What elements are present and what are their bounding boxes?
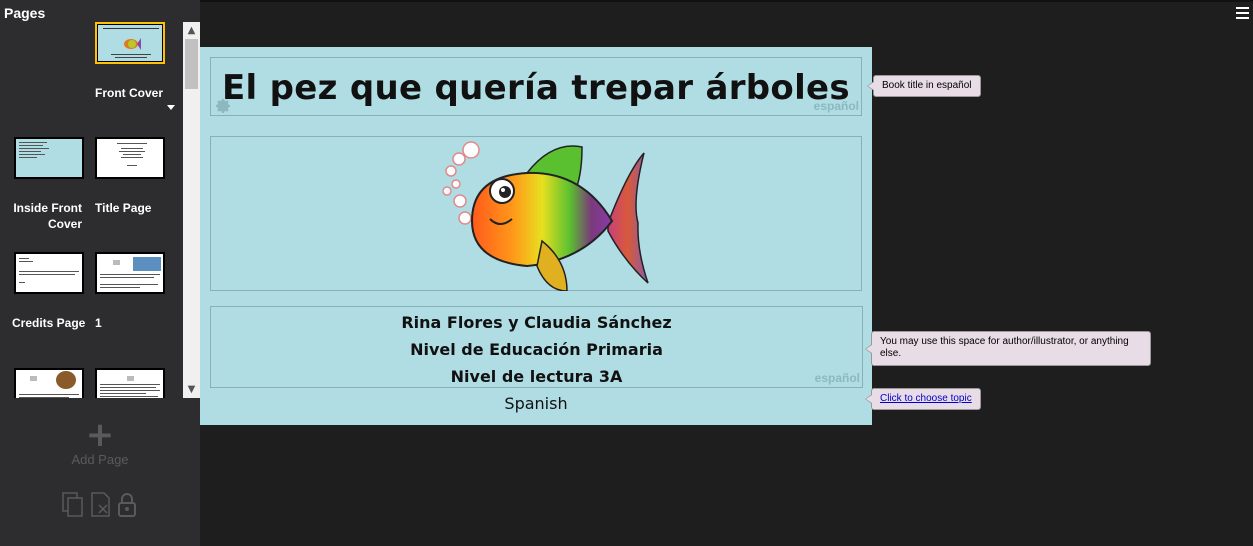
reading-level-line: Nivel de lectura 3A: [450, 367, 623, 386]
topic-field[interactable]: Spanish: [200, 394, 872, 413]
scroll-down-arrow-icon[interactable]: ▼: [183, 381, 200, 398]
photo-thumbnail-icon: [133, 257, 161, 271]
fish-thumbnail-icon: [124, 38, 141, 50]
language-tag: español: [814, 371, 860, 385]
language-tag: español: [813, 99, 859, 113]
author-tooltip: You may use this space for author/illust…: [865, 331, 1151, 366]
camera-icon: [127, 376, 134, 381]
owl-thumbnail-icon: [56, 371, 76, 389]
page-label-inside-front-cover: Inside Front Cover: [13, 201, 82, 231]
cover-image-container[interactable]: [210, 136, 862, 291]
book-page-front-cover: El pez que quería trepar árboles español: [200, 47, 872, 425]
page-thumbnail-credits-page[interactable]: [14, 252, 84, 294]
page-label-page-1: 1: [95, 316, 102, 330]
camera-icon: [113, 260, 120, 265]
page-label-title-page: Title Page: [95, 201, 152, 215]
author-field[interactable]: Rina Flores y Claudia Sánchez Nivel de E…: [210, 306, 863, 388]
page-thumbnail-page-1[interactable]: [95, 252, 165, 294]
scroll-up-arrow-icon[interactable]: ▲: [183, 22, 200, 39]
page-label-credits-page: Credits Page: [12, 316, 86, 330]
page-thumbnail-inside-front-cover[interactable]: [14, 137, 84, 179]
author-tooltip-text: You may use this space for author/illust…: [880, 336, 1129, 359]
title-tooltip-text: Book title in español: [882, 80, 972, 91]
page-label-front-cover: Front Cover: [95, 86, 164, 100]
choose-topic-link[interactable]: Click to choose topic: [880, 393, 972, 404]
page-thumbnail-title-page[interactable]: [95, 137, 165, 179]
fish-illustration: [442, 141, 649, 291]
sidebar-title: Pages: [4, 5, 46, 21]
duplicate-page-icon[interactable]: [62, 492, 84, 518]
scrollbar-thumb[interactable]: [185, 39, 198, 89]
gear-icon[interactable]: [214, 97, 232, 115]
topic-tooltip: Click to choose topic: [865, 388, 981, 410]
lock-icon[interactable]: [117, 492, 137, 518]
pages-sidebar: Pages Front Cover Inside Front Cover Tit…: [0, 0, 200, 546]
book-title-field[interactable]: El pez que quería trepar árboles español: [210, 57, 862, 116]
chevron-down-icon[interactable]: [167, 105, 175, 110]
page-thumbnail-list: Front Cover Inside Front Cover Title Pag…: [0, 20, 183, 398]
hamburger-menu-icon[interactable]: [1236, 7, 1249, 19]
page-thumbnail-front-cover[interactable]: [95, 22, 165, 64]
education-level-line: Nivel de Educación Primaria: [410, 340, 663, 359]
page-tools: [62, 492, 142, 520]
add-page-label: Add Page: [71, 452, 129, 467]
book-title[interactable]: El pez que quería trepar árboles: [211, 68, 861, 108]
camera-icon: [30, 376, 37, 381]
delete-page-icon[interactable]: [90, 492, 112, 518]
page-thumbnail-page-2[interactable]: [14, 368, 84, 398]
page-thumbnail-page-3[interactable]: [95, 368, 165, 398]
app-window: Pages Front Cover Inside Front Cover Tit…: [0, 0, 1253, 546]
author-line: Rina Flores y Claudia Sánchez: [401, 313, 672, 332]
plus-icon: +: [85, 415, 115, 455]
add-page-button[interactable]: + Add Page: [60, 415, 140, 467]
top-strip: [200, 0, 1253, 2]
title-tooltip: Book title in español: [867, 75, 981, 97]
sidebar-scrollbar[interactable]: ▲ ▼: [183, 22, 200, 398]
